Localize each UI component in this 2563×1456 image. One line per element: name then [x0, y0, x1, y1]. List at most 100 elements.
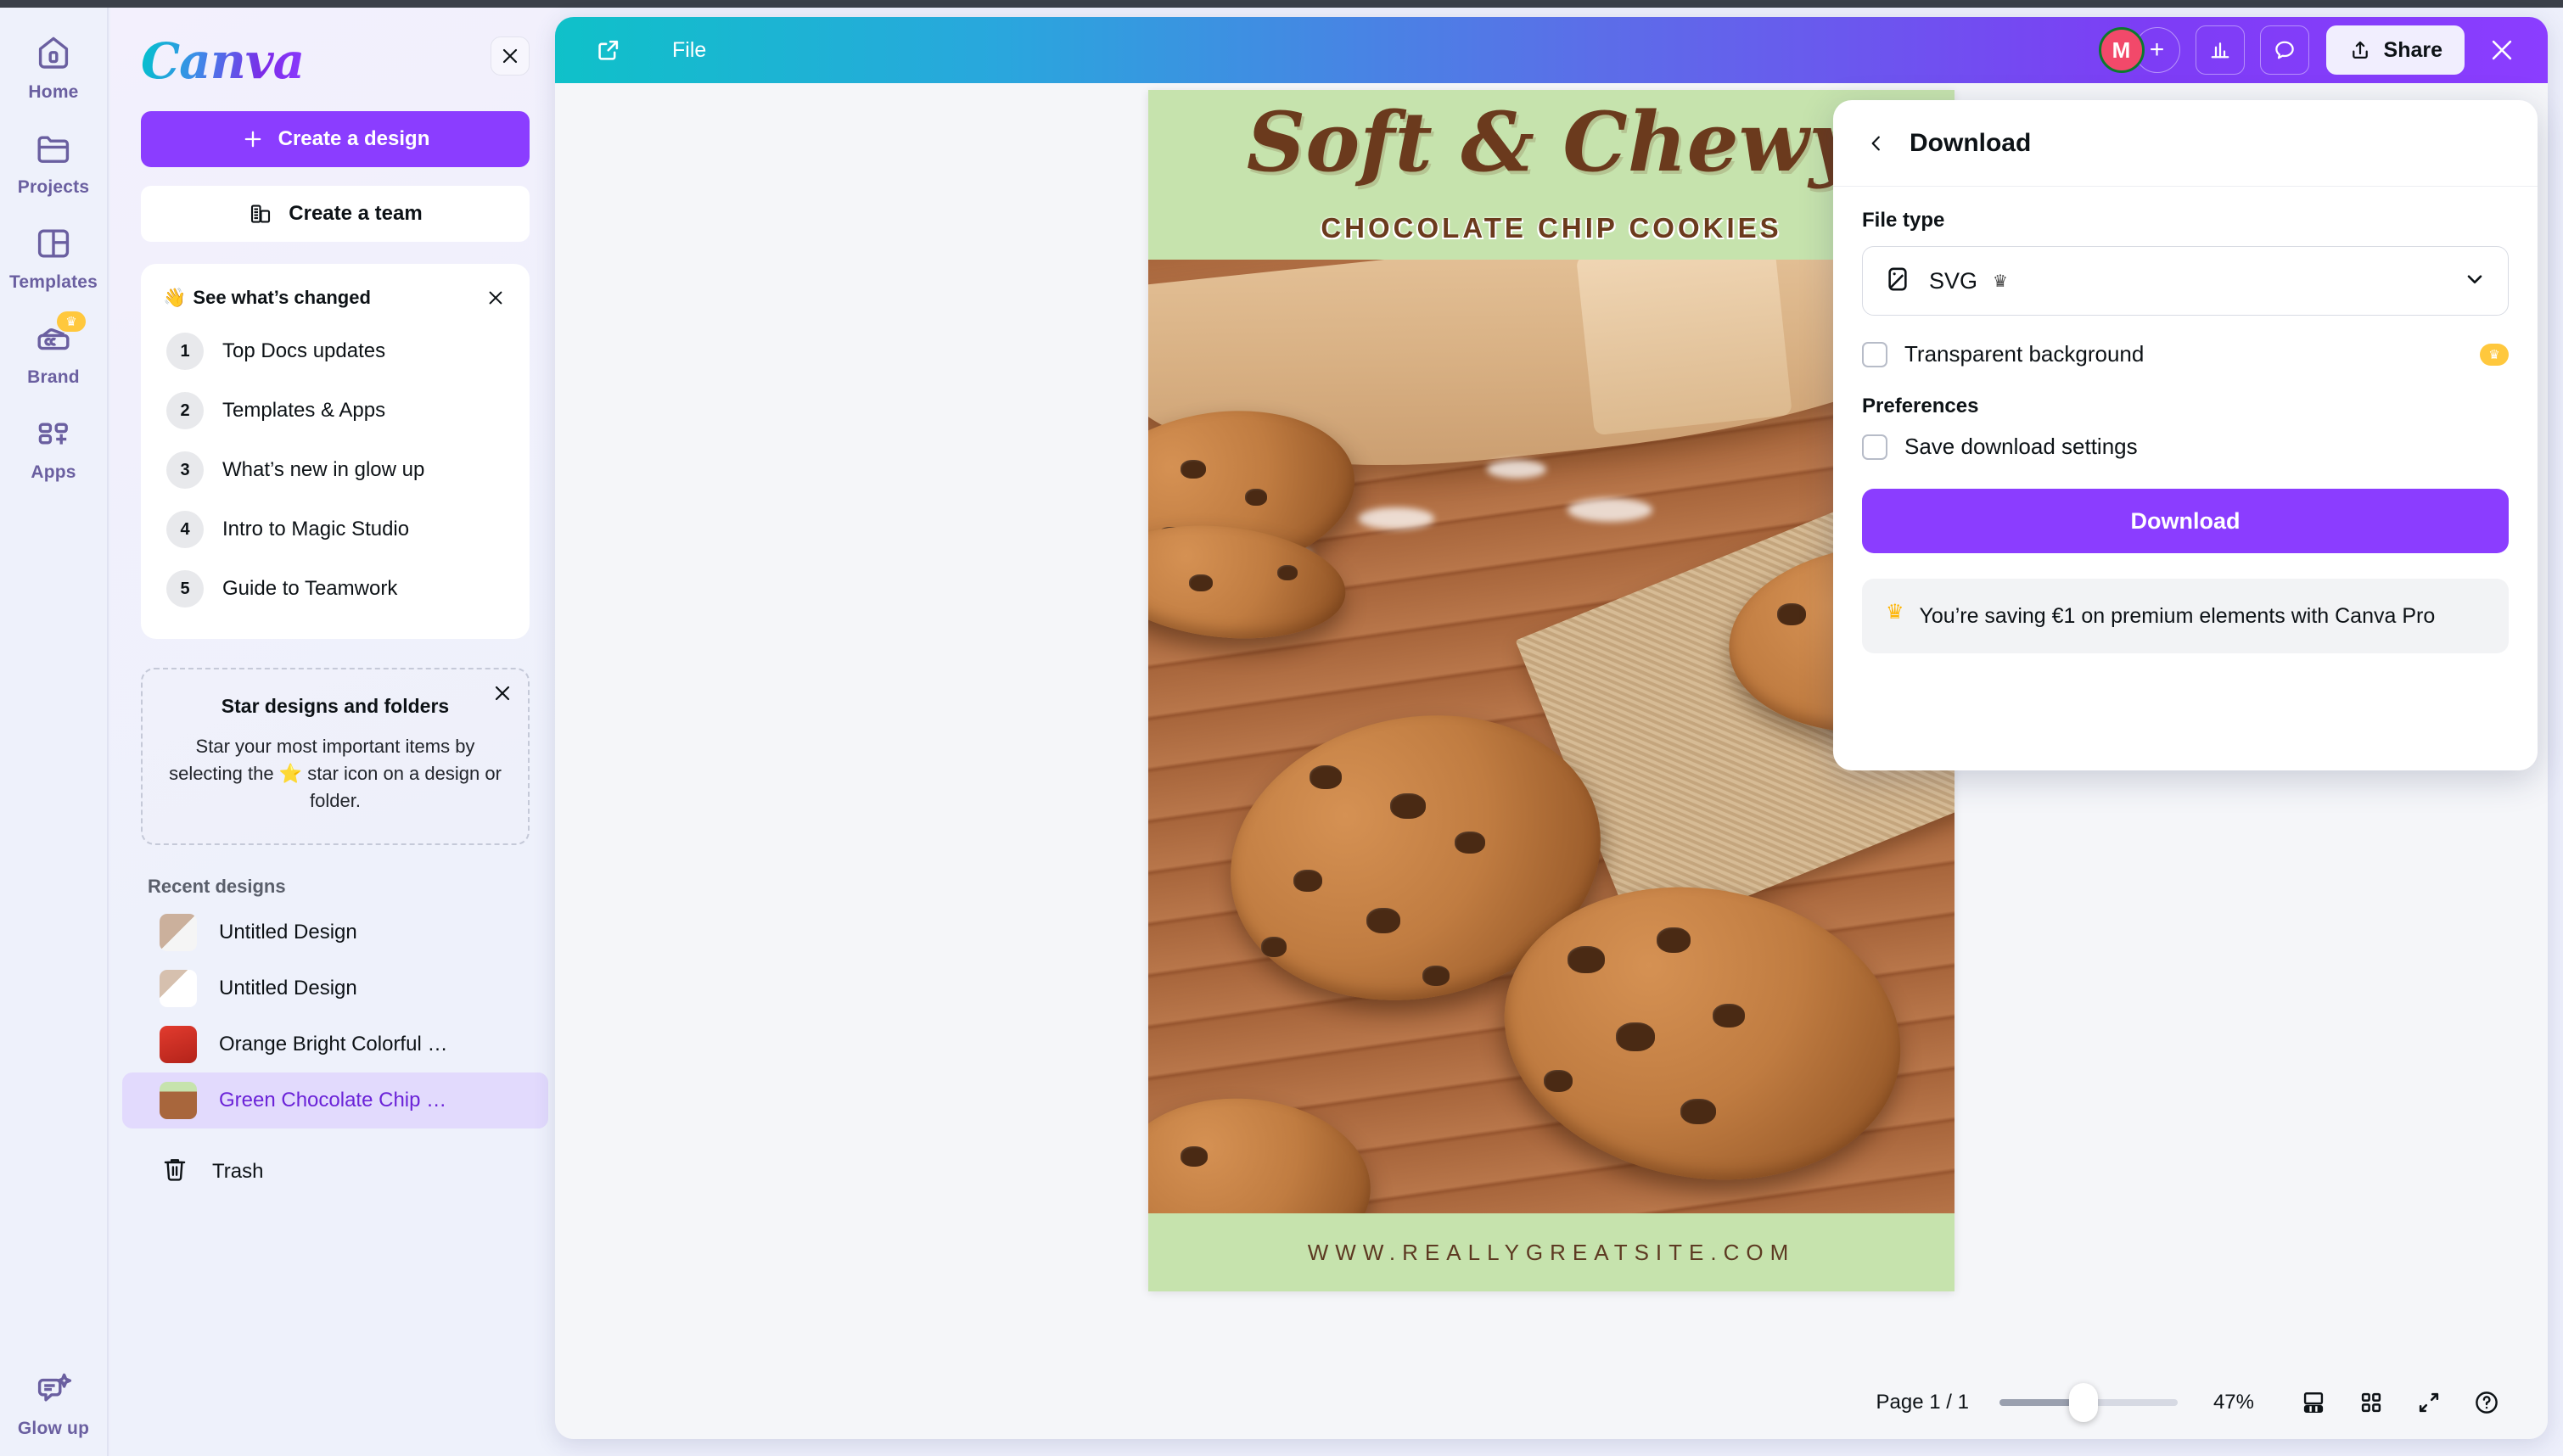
create-team-label: Create a team [289, 202, 423, 225]
create-a-team-button[interactable]: Create a team [141, 186, 530, 242]
star-designs-card: Star designs and folders Star your most … [141, 668, 530, 845]
comment-icon[interactable] [2259, 25, 2309, 75]
window-top-strip [0, 0, 2563, 8]
list-item[interactable]: Orange Bright Colorful … [122, 1016, 548, 1072]
rail-item-brand[interactable]: ♛ Brand [0, 293, 108, 388]
save-download-settings-row[interactable]: Save download settings [1862, 434, 2509, 460]
rail-item-projects[interactable]: Projects [0, 103, 108, 198]
back-chevron-icon[interactable] [1862, 129, 1891, 158]
poster-footer-band: WWW.REALLYGREATSITE.COM [1148, 1213, 1954, 1291]
home-sidebar-panel: Canva Create a design Create a team 👋 Se… [110, 8, 560, 1456]
team-building-icon [251, 204, 271, 223]
fullscreen-icon[interactable] [2405, 1379, 2453, 1426]
list-item-active[interactable]: Green Chocolate Chip … [122, 1072, 548, 1128]
design-name: Green Chocolate Chip … [219, 1088, 447, 1112]
item-label: Top Docs updates [222, 339, 386, 362]
rail-item-apps[interactable]: Apps [0, 388, 108, 483]
rail-item-home[interactable]: Home [0, 8, 108, 103]
folder-icon [33, 128, 74, 169]
design-thumbnail [160, 1081, 197, 1119]
rail-label-apps: Apps [31, 462, 76, 482]
download-panel-title: Download [1910, 128, 2032, 157]
page-indicator: Page 1 / 1 [1876, 1391, 1969, 1414]
file-type-select[interactable]: SVG ♛ [1862, 246, 2509, 316]
whats-changed-item[interactable]: 5 Guide to Teamwork [163, 559, 508, 619]
item-label: Guide to Teamwork [222, 577, 398, 600]
toolbar-right-group: M + Share [2098, 25, 2526, 75]
whats-changed-close-icon[interactable] [484, 286, 508, 310]
zoom-slider-knob[interactable] [2068, 1383, 2098, 1422]
premium-crown-icon: ♛ [1993, 272, 2008, 291]
sidebar-item-trash[interactable]: Trash [122, 1144, 548, 1200]
item-number: 3 [166, 451, 204, 489]
open-in-new-icon[interactable] [586, 27, 631, 73]
close-editor-icon[interactable] [2478, 26, 2526, 74]
list-item[interactable]: Untitled Design [122, 904, 548, 960]
grid-view-icon[interactable] [2347, 1379, 2395, 1426]
whats-changed-item[interactable]: 2 Templates & Apps [163, 381, 508, 440]
whats-changed-card: 👋 See what’s changed 1 Top Docs updates … [141, 264, 530, 639]
create-a-design-button[interactable]: Create a design [141, 111, 530, 167]
sidebar-close-button[interactable] [491, 36, 530, 76]
rail-label-templates: Templates [8, 272, 98, 292]
transparent-background-row[interactable]: Transparent background ♛ [1862, 341, 2509, 367]
waving-hand-icon: 👋 [163, 287, 187, 308]
app-root: Home Projects Templates ♛ Brand Apps Glo… [0, 0, 2563, 1456]
canva-logo: Canva [141, 32, 305, 90]
save-download-settings-checkbox[interactable] [1862, 434, 1887, 460]
whats-changed-item[interactable]: 1 Top Docs updates [163, 322, 508, 381]
image-file-icon [1883, 265, 1912, 298]
download-button[interactable]: Download [1862, 489, 2509, 553]
promo-text: You’re saving €1 on premium elements wit… [1919, 604, 2436, 628]
rail-label-glow-up: Glow up [17, 1419, 90, 1438]
star-card-title: Star designs and folders [221, 695, 450, 717]
rail-label-home: Home [28, 82, 79, 102]
help-icon[interactable] [2463, 1379, 2510, 1426]
list-item[interactable]: Untitled Design [122, 960, 548, 1016]
rail-item-templates[interactable]: Templates [0, 198, 108, 293]
chevron-down-icon [2462, 266, 2487, 296]
design-name: Untitled Design [219, 976, 357, 1000]
star-card-body: Star your most important items by select… [169, 736, 502, 811]
create-design-label: Create a design [278, 127, 430, 150]
rail-label-brand: Brand [27, 367, 80, 387]
rail-label-projects: Projects [17, 177, 90, 197]
rail-item-glow-up[interactable]: Glow up [0, 1344, 108, 1439]
design-thumbnail [160, 913, 197, 951]
glow-up-icon [33, 1369, 74, 1410]
whats-changed-title-wrap: 👋 See what’s changed [163, 287, 371, 309]
share-button[interactable]: Share [2325, 25, 2465, 75]
avatar[interactable]: M [2098, 27, 2145, 73]
download-panel-header: Download [1833, 100, 2538, 187]
item-label: Intro to Magic Studio [222, 518, 410, 540]
transparent-premium-crown-icon: ♛ [2480, 343, 2509, 366]
zoom-slider[interactable] [1999, 1383, 2178, 1422]
trash-label: Trash [212, 1159, 264, 1183]
item-number: 1 [166, 333, 204, 370]
preferences-label: Preferences [1862, 395, 1979, 417]
insights-icon[interactable] [2195, 25, 2245, 75]
promo-crown-icon: ♛ [1886, 601, 1904, 624]
share-upload-icon [2352, 41, 2368, 59]
whats-changed-header: 👋 See what’s changed [163, 286, 508, 310]
item-number: 5 [166, 570, 204, 608]
save-download-settings-label: Save download settings [1904, 434, 2138, 459]
whats-changed-title: See what’s changed [193, 287, 371, 308]
brand-premium-crown-icon: ♛ [57, 311, 86, 332]
share-label: Share [2383, 37, 2442, 62]
whats-changed-item[interactable]: 3 What’s new in glow up [163, 440, 508, 500]
transparent-background-checkbox[interactable] [1862, 341, 1887, 367]
page-layout-icon[interactable] [2290, 1379, 2337, 1426]
download-panel: Download File type SVG ♛ Transparent bac… [1833, 100, 2538, 770]
home-icon [33, 33, 74, 74]
whats-changed-item[interactable]: 4 Intro to Magic Studio [163, 500, 508, 559]
whats-changed-list: 1 Top Docs updates 2 Templates & Apps 3 … [163, 322, 508, 619]
file-menu-button[interactable]: File [659, 30, 720, 71]
canva-pro-promo: ♛ You’re saving €1 on premium elements w… [1862, 579, 2509, 654]
recent-designs-title: Recent designs [148, 875, 286, 897]
item-number: 2 [166, 392, 204, 429]
item-label: Templates & Apps [222, 399, 386, 422]
item-number: 4 [166, 511, 204, 548]
file-type-value: SVG [1929, 267, 1978, 294]
star-card-close-icon[interactable] [492, 683, 513, 708]
